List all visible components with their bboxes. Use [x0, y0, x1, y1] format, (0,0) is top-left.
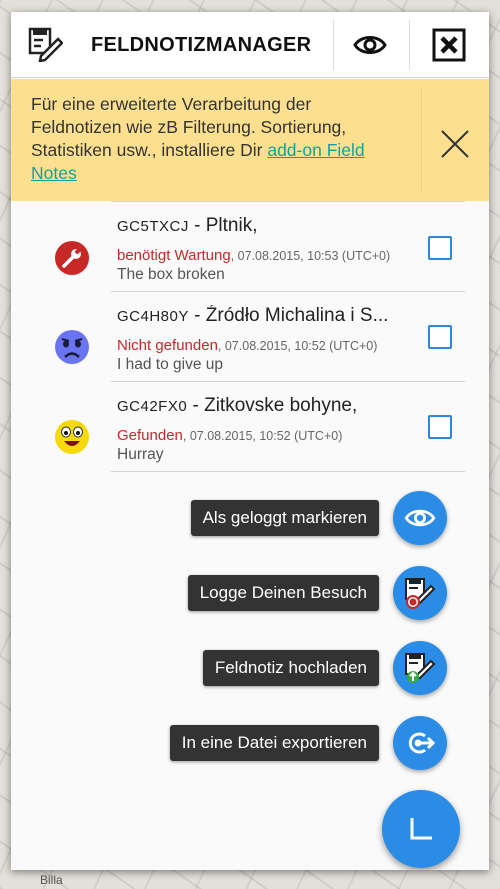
- mark-logged-label[interactable]: Als geloggt markieren: [190, 500, 379, 536]
- select-checkbox[interactable]: [428, 236, 452, 260]
- cache-code: GC4H80Y: [117, 308, 189, 325]
- cache-code: GC5TXCJ: [117, 218, 189, 235]
- banner-close-button[interactable]: [436, 125, 474, 163]
- log-status-line: benötigt Wartung, 07.08.2015, 10:53 (UTC…: [117, 247, 391, 264]
- banner-text: Für eine erweiterte Verarbeitung der Fel…: [31, 93, 401, 185]
- log-comment: The box broken: [117, 266, 225, 283]
- feldnotiz-app-icon: [28, 27, 63, 62]
- log-visit-button[interactable]: [393, 566, 447, 620]
- log-datetime: 07.08.2015, 10:52 (UTC+0): [189, 429, 343, 443]
- close-icon: [441, 130, 469, 158]
- upload-note-icon: [405, 653, 436, 683]
- cache-name: Zitkovske bohyne,: [204, 395, 358, 416]
- happy-face-icon: [55, 420, 89, 454]
- eye-icon: [353, 36, 387, 54]
- export-file-button[interactable]: [393, 716, 447, 770]
- mark-logged-button[interactable]: [393, 491, 447, 545]
- cache-title: GC5TXCJ - Pltnik,: [117, 215, 258, 236]
- map-label: Billa: [40, 873, 63, 887]
- list-item[interactable]: GC4H80Y - Źródło Michalina i S... Nicht …: [11, 291, 489, 381]
- banner-divider: [421, 87, 422, 193]
- sad-face-icon: [55, 330, 89, 364]
- upload-note-label[interactable]: Feldnotiz hochladen: [202, 650, 379, 686]
- upload-note-button[interactable]: [393, 641, 447, 695]
- wrench-icon: [55, 241, 89, 275]
- log-status-line: Gefunden, 07.08.2015, 10:52 (UTC+0): [117, 427, 343, 444]
- log-status: Gefunden: [117, 427, 183, 444]
- select-checkbox[interactable]: [428, 325, 452, 349]
- log-datetime: 07.08.2015, 10:52 (UTC+0): [224, 339, 378, 353]
- log-status: benötigt Wartung: [117, 247, 231, 264]
- cache-title: GC4H80Y - Źródło Michalina i S...: [117, 305, 389, 326]
- eye-icon: [404, 509, 436, 527]
- export-file-label[interactable]: In eine Datei exportieren: [169, 725, 379, 761]
- cache-title: GC42FX0 - Zitkovske bohyne,: [117, 395, 358, 416]
- list-item[interactable]: GC42FX0 - Zitkovske bohyne, Gefunden, 07…: [11, 381, 489, 471]
- header-bar: FELDNOTIZMANAGER: [11, 12, 489, 78]
- close-dialog-button[interactable]: [429, 26, 469, 64]
- log-datetime: 07.08.2015, 10:53 (UTC+0): [237, 249, 391, 263]
- visibility-button[interactable]: [347, 26, 393, 64]
- cache-name: Źródło Michalina i S...: [205, 305, 389, 326]
- log-status-line: Nicht gefunden, 07.08.2015, 10:52 (UTC+0…: [117, 337, 378, 354]
- cache-name: Pltnik,: [205, 215, 258, 236]
- log-visit-label[interactable]: Logge Deinen Besuch: [187, 575, 379, 611]
- corner-arrow-icon: [410, 818, 432, 840]
- close-box-icon: [432, 28, 466, 62]
- addon-banner: Für eine erweiterte Verarbeitung der Fel…: [11, 79, 489, 201]
- fab-menu-toggle-button[interactable]: [382, 790, 460, 868]
- log-note-record-icon: [405, 578, 436, 609]
- list-item[interactable]: GC5TXCJ - Pltnik, benötigt Wartung, 07.0…: [11, 201, 489, 291]
- log-comment: I had to give up: [117, 356, 223, 373]
- field-notes-dialog: FELDNOTIZMANAGER Für eine erweiterte Ver…: [11, 12, 489, 870]
- log-comment: Hurray: [117, 446, 164, 463]
- log-status: Nicht gefunden: [117, 337, 218, 354]
- header-divider: [333, 20, 334, 70]
- row-divider: [111, 471, 465, 472]
- select-checkbox[interactable]: [428, 415, 452, 439]
- page-title: FELDNOTIZMANAGER: [91, 34, 312, 56]
- header-divider: [409, 20, 410, 70]
- cache-code: GC42FX0: [117, 398, 188, 415]
- export-icon: [408, 732, 435, 754]
